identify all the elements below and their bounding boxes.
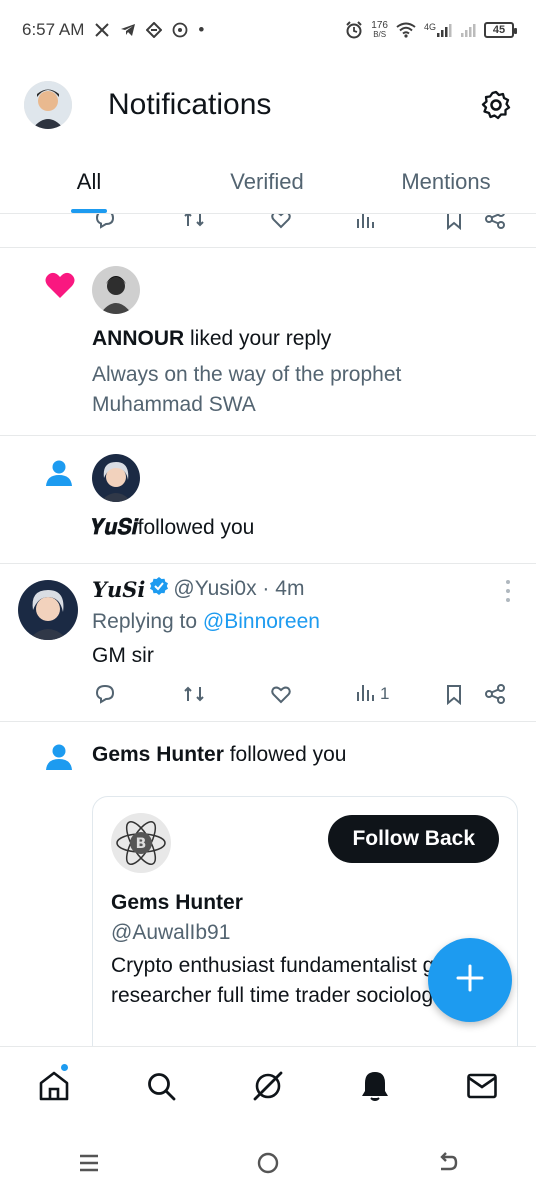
card-user-name[interactable]: Gems Hunter (111, 891, 243, 915)
network-speed: 176 B/S (371, 20, 388, 40)
card-user-handle: @AuwalIb91 (111, 921, 231, 944)
like-user-name[interactable]: ANNOUR (92, 327, 184, 350)
gems-action-text: followed you (223, 743, 347, 766)
circle-icon (256, 1151, 280, 1180)
like-notification-text: ANNOUR liked your reply (92, 324, 331, 354)
home-system-button[interactable] (179, 1151, 358, 1180)
telegram-icon (120, 22, 136, 38)
replying-prefix: Replying to (92, 610, 203, 633)
like-icon[interactable] (270, 683, 292, 705)
speed-unit: B/S (373, 30, 387, 39)
search-icon (145, 1070, 177, 1107)
page-title: Notifications (108, 88, 272, 121)
grok-icon (251, 1069, 285, 1108)
reply-tweet[interactable]: 𝒀𝒖𝑺𝒊 @Yusi0x · 4m Replying to @Binnoreen… (0, 564, 536, 722)
heart-filled-icon (44, 270, 76, 305)
follow-notification[interactable]: 𝒀𝒖𝑺𝒊followed you (0, 436, 536, 564)
verified-badge-icon (149, 576, 169, 602)
tweet-text: GM sir (92, 644, 154, 667)
bottom-navigation (0, 1046, 536, 1130)
replying-to: Replying to @Binnoreen (92, 610, 320, 634)
person-icon (44, 742, 74, 777)
battery-icon: 45 (484, 22, 517, 38)
whatsapp-icon (172, 22, 188, 38)
battery-level: 45 (492, 24, 506, 36)
tweet-author-name[interactable]: 𝒀𝒖𝑺𝒊 (92, 577, 145, 602)
network-type: 4G (423, 22, 436, 32)
views-icon (356, 681, 376, 708)
views-count: 1 (380, 684, 390, 703)
mail-icon (466, 1072, 498, 1105)
replying-to-mention[interactable]: @Binnoreen (203, 610, 320, 633)
svg-text:B: B (136, 836, 147, 852)
yusi-avatar[interactable] (92, 454, 140, 502)
previous-tweet-actions (0, 214, 536, 248)
home-icon (37, 1069, 71, 1108)
status-time: 6:57 AM (22, 20, 85, 39)
follow-action-text: followed you (137, 516, 255, 539)
back-arrow-icon (435, 1151, 459, 1180)
x-app-icon (94, 22, 110, 38)
status-bar: 6:57 AM • 176 B/S 4G 45 (0, 0, 536, 60)
like-action-text: liked your reply (184, 327, 332, 350)
tab-mentions[interactable]: Mentions (356, 150, 536, 213)
tweet-header: 𝒀𝒖𝑺𝒊 @Yusi0x · 4m (92, 576, 304, 602)
alarm-icon (345, 21, 363, 39)
nav-notifications[interactable] (322, 1069, 429, 1108)
tweet-actions: 1 (0, 678, 536, 710)
annour-avatar[interactable] (92, 266, 140, 314)
gems-follow-text: Gems Hunter followed you (92, 740, 346, 770)
like-icon[interactable] (270, 214, 292, 230)
views-button[interactable]: 1 (356, 681, 389, 708)
home-unread-dot (60, 1063, 69, 1072)
liked-reply-snippet: Always on the way of the prophet Muhamma… (92, 363, 402, 416)
menu-lines-icon (78, 1153, 100, 1178)
settings-icon[interactable] (478, 87, 514, 123)
person-icon (44, 458, 74, 493)
retweet-icon[interactable] (182, 683, 206, 705)
system-navigation (0, 1130, 536, 1200)
app-header: Notifications (0, 60, 536, 150)
tweet-author-avatar[interactable] (18, 580, 78, 640)
like-notification[interactable]: ANNOUR liked your reply Always on the wa… (0, 248, 536, 436)
app-notification-icon (146, 22, 163, 38)
share-icon[interactable] (484, 214, 506, 230)
bookmark-icon[interactable] (444, 214, 464, 230)
speed-value: 176 (371, 20, 388, 31)
gems-hunter-avatar[interactable]: B (111, 813, 171, 873)
gems-user-name[interactable]: Gems Hunter (92, 743, 224, 766)
views-icon[interactable] (356, 214, 376, 230)
wifi-icon (396, 22, 416, 38)
tab-verified[interactable]: Verified (178, 150, 356, 213)
nav-grok[interactable] (214, 1069, 321, 1108)
back-system-button[interactable] (357, 1151, 536, 1180)
bookmark-icon[interactable] (444, 683, 464, 705)
profile-avatar[interactable] (24, 81, 72, 129)
reply-icon[interactable] (94, 683, 116, 705)
nav-search[interactable] (107, 1070, 214, 1107)
compose-button[interactable] (428, 938, 512, 1022)
signal-2-icon (460, 22, 476, 38)
signal-icon: 4G (424, 22, 452, 38)
bell-icon (359, 1069, 391, 1108)
follow-notification-text: 𝒀𝒖𝑺𝒊followed you (92, 512, 254, 543)
share-icon[interactable] (484, 683, 506, 705)
reply-icon[interactable] (94, 214, 116, 230)
notification-tabs: All Verified Mentions (0, 150, 536, 214)
status-dot: • (198, 20, 205, 39)
recents-button[interactable] (0, 1153, 179, 1178)
notifications-feed[interactable]: ANNOUR liked your reply Always on the wa… (0, 214, 536, 1046)
tweet-handle-time: @Yusi0x · 4m (173, 577, 305, 600)
tab-all[interactable]: All (0, 150, 178, 213)
retweet-icon[interactable] (182, 214, 206, 230)
more-options-icon[interactable] (504, 580, 512, 602)
nav-messages[interactable] (429, 1072, 536, 1105)
follow-back-button[interactable]: Follow Back (328, 815, 499, 863)
plus-icon (455, 963, 485, 998)
yusi-name[interactable]: 𝒀𝒖𝑺𝒊 (92, 514, 138, 539)
nav-home[interactable] (0, 1063, 107, 1108)
